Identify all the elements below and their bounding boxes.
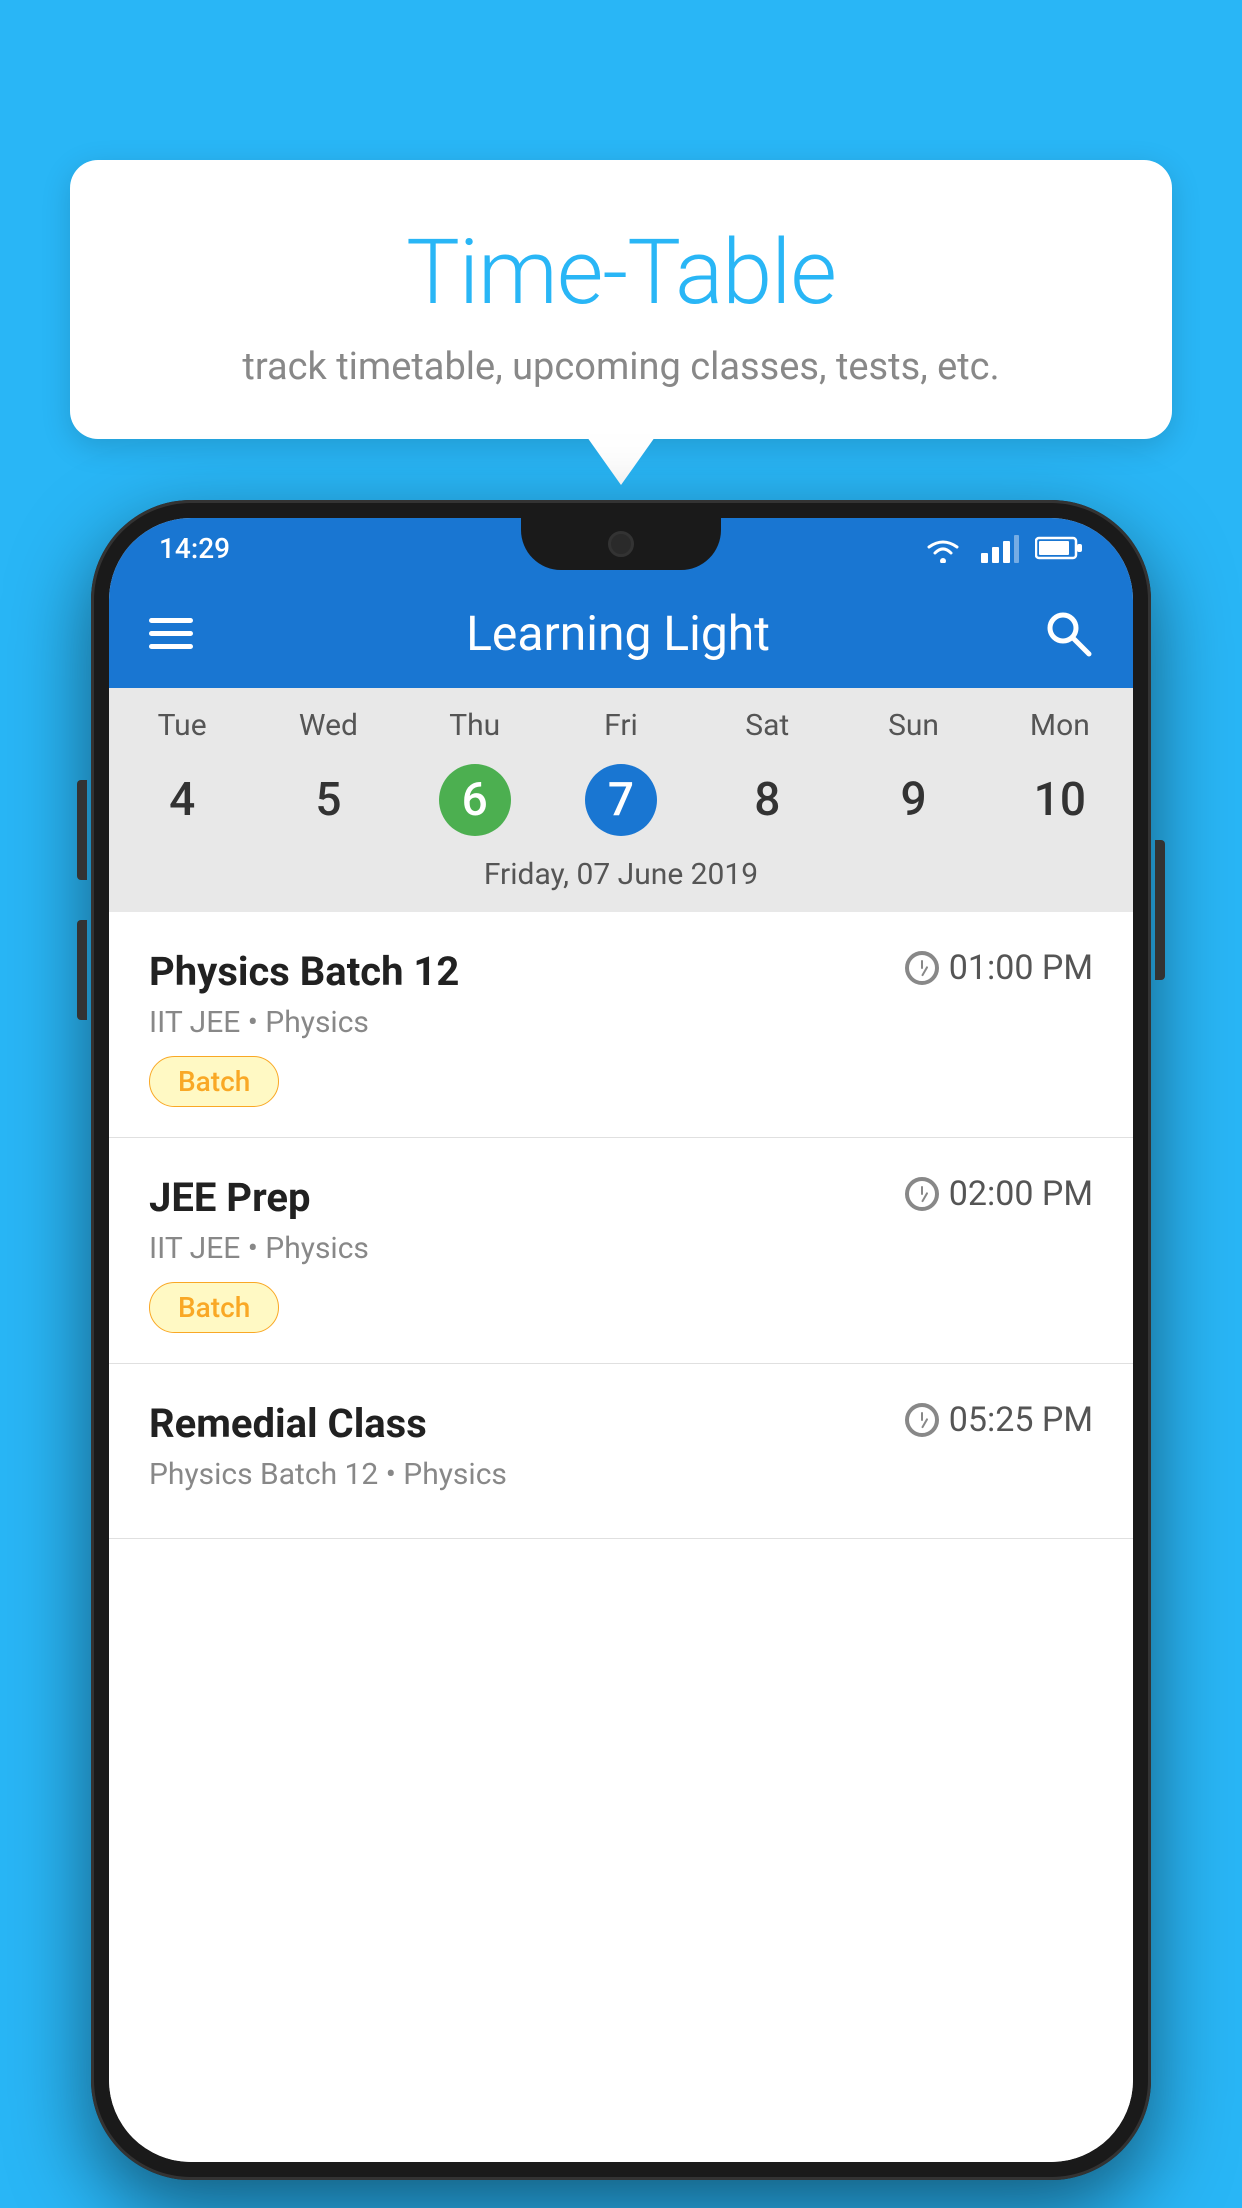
schedule-item-2[interactable]: JEE Prep 02:00 PM IIT JEE • Physics Batc…: [109, 1138, 1133, 1364]
phone-outer: 14:29: [91, 500, 1151, 2180]
phone-mockup: 14:29: [91, 500, 1151, 2180]
schedule-item-2-header: JEE Prep 02:00 PM: [149, 1174, 1093, 1221]
day-9[interactable]: 9: [840, 763, 986, 837]
status-icons: [923, 533, 1083, 563]
clock-icon-2: [905, 1177, 939, 1211]
tooltip-card: Time-Table track timetable, upcoming cla…: [70, 160, 1172, 439]
day-8[interactable]: 8: [694, 763, 840, 837]
schedule-item-3[interactable]: Remedial Class 05:25 PM Physics Batch 12…: [109, 1364, 1133, 1539]
day-header-tue: Tue: [109, 708, 255, 753]
phone-camera: [608, 531, 634, 557]
class-name-1: Physics Batch 12: [149, 948, 459, 995]
phone-vol-down-button: [77, 920, 87, 1020]
schedule-item-1[interactable]: Physics Batch 12 01:00 PM IIT JEE • Phys…: [109, 912, 1133, 1138]
schedule-item-3-header: Remedial Class 05:25 PM: [149, 1400, 1093, 1447]
class-meta-2: IIT JEE • Physics: [149, 1231, 1093, 1266]
day-headers: Tue Wed Thu Fri Sat Sun Mon: [109, 688, 1133, 753]
class-time-3: 05:25 PM: [905, 1400, 1093, 1440]
class-time-2: 02:00 PM: [905, 1174, 1093, 1214]
schedule-item-1-header: Physics Batch 12 01:00 PM: [149, 948, 1093, 995]
day-4[interactable]: 4: [109, 763, 255, 837]
tooltip-title: Time-Table: [130, 220, 1112, 325]
class-name-2: JEE Prep: [149, 1174, 310, 1221]
phone-vol-up-button: [77, 780, 87, 880]
batch-badge-1: Batch: [149, 1056, 279, 1107]
status-time: 14:29: [159, 532, 230, 565]
day-6-today[interactable]: 6: [402, 763, 548, 837]
time-text-1: 01:00 PM: [949, 948, 1093, 988]
tooltip-subtitle: track timetable, upcoming classes, tests…: [130, 345, 1112, 389]
phone-power-button: [1155, 840, 1165, 980]
day-10[interactable]: 10: [987, 763, 1133, 837]
batch-badge-2: Batch: [149, 1282, 279, 1333]
class-meta-1: IIT JEE • Physics: [149, 1005, 1093, 1040]
schedule-list: Physics Batch 12 01:00 PM IIT JEE • Phys…: [109, 912, 1133, 2162]
search-button[interactable]: [1043, 608, 1093, 658]
day-header-fri: Fri: [548, 708, 694, 753]
day-5[interactable]: 5: [255, 763, 401, 837]
clock-icon-1: [905, 951, 939, 985]
time-text-2: 02:00 PM: [949, 1174, 1093, 1214]
app-bar: Learning Light: [109, 578, 1133, 688]
clock-icon-3: [905, 1403, 939, 1437]
phone-screen: 14:29: [109, 518, 1133, 2162]
hamburger-menu-button[interactable]: [149, 618, 193, 649]
class-time-1: 01:00 PM: [905, 948, 1093, 988]
time-text-3: 05:25 PM: [949, 1400, 1093, 1440]
day-header-mon: Mon: [987, 708, 1133, 753]
day-header-sun: Sun: [840, 708, 986, 753]
signal-icon: [979, 533, 1019, 563]
day-header-thu: Thu: [402, 708, 548, 753]
selected-date-label: Friday, 07 June 2019: [109, 847, 1133, 912]
day-numbers: 4 5 6 7 8 9 10: [109, 753, 1133, 847]
battery-icon: [1035, 534, 1083, 562]
day-7-selected[interactable]: 7: [548, 763, 694, 837]
class-name-3: Remedial Class: [149, 1400, 427, 1447]
calendar-section: Tue Wed Thu Fri Sat Sun Mon 4 5 6: [109, 688, 1133, 912]
class-meta-3: Physics Batch 12 • Physics: [149, 1457, 1093, 1492]
day-header-sat: Sat: [694, 708, 840, 753]
phone-notch: [521, 518, 721, 570]
app-title: Learning Light: [193, 605, 1043, 662]
day-header-wed: Wed: [255, 708, 401, 753]
wifi-icon: [923, 533, 963, 563]
